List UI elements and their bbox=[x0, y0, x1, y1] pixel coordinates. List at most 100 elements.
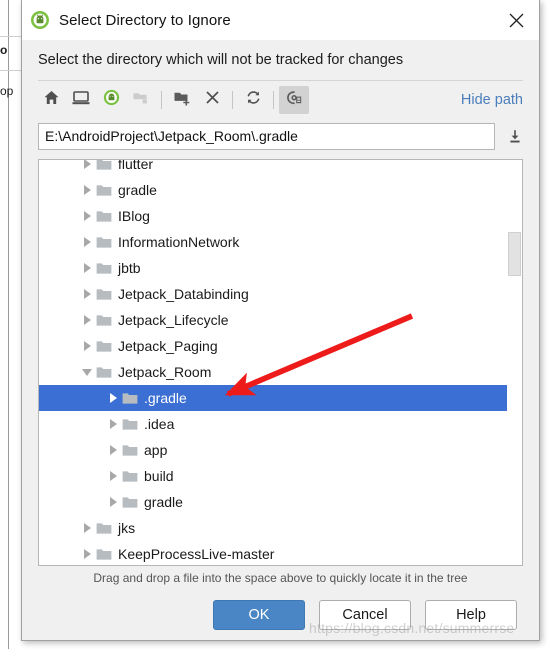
folder-icon bbox=[95, 229, 113, 255]
help-button[interactable]: Help bbox=[425, 600, 517, 630]
folder-icon bbox=[121, 489, 139, 515]
twisty-triangle bbox=[83, 185, 91, 195]
chevron-right-icon[interactable] bbox=[79, 281, 95, 307]
chevron-right-icon[interactable] bbox=[79, 255, 95, 281]
folder-icon bbox=[95, 515, 113, 541]
folder-icon bbox=[95, 203, 113, 229]
twisty-triangle bbox=[109, 471, 117, 481]
folder-icon bbox=[95, 359, 113, 385]
delete-button[interactable] bbox=[197, 86, 227, 114]
desktop-icon bbox=[72, 89, 90, 111]
backdrop-horizontal-rule-2 bbox=[0, 70, 21, 71]
tree-row-label: Jetpack_Databinding bbox=[118, 286, 249, 302]
tree-row-label: build bbox=[144, 468, 174, 484]
new-folder-button[interactable] bbox=[167, 86, 197, 114]
chevron-right-icon[interactable] bbox=[79, 307, 95, 333]
tree-row[interactable]: KeepProcessLive-master bbox=[39, 541, 507, 565]
new-folder-icon bbox=[173, 90, 191, 111]
twisty-triangle bbox=[109, 445, 117, 455]
tree-row[interactable]: .idea bbox=[39, 411, 507, 437]
tree-row-label: InformationNetwork bbox=[118, 234, 240, 250]
chevron-right-icon[interactable] bbox=[105, 489, 121, 515]
hide-path-link[interactable]: Hide path bbox=[461, 92, 529, 108]
tree-row-label: jks bbox=[118, 520, 136, 536]
show-hidden-files-button[interactable] bbox=[279, 86, 309, 114]
project-icon bbox=[103, 89, 120, 111]
tree-scrollbar-thumb[interactable] bbox=[508, 232, 521, 276]
drag-drop-hint-row: Drag and drop a file into the space abov… bbox=[22, 566, 539, 590]
chevron-right-icon[interactable] bbox=[105, 385, 121, 411]
tree-row[interactable]: Jetpack_Paging bbox=[39, 333, 507, 359]
tree-row[interactable]: Jetpack_Databinding bbox=[39, 281, 507, 307]
tree-row[interactable]: IBlog bbox=[39, 203, 507, 229]
chevron-right-icon[interactable] bbox=[79, 333, 95, 359]
tree-scrollbar-track[interactable] bbox=[507, 160, 522, 565]
tree-row[interactable]: jks bbox=[39, 515, 507, 541]
show-hidden-icon bbox=[285, 89, 303, 111]
tree-row-label: Jetpack_Room bbox=[118, 364, 212, 380]
chevron-right-icon[interactable] bbox=[79, 160, 95, 177]
folder-icon bbox=[95, 307, 113, 333]
close-icon[interactable] bbox=[493, 0, 539, 40]
folder-icon bbox=[95, 255, 113, 281]
ok-button[interactable]: OK bbox=[213, 600, 305, 630]
folder-icon bbox=[95, 281, 113, 307]
tree-row[interactable]: Jetpack_Room bbox=[39, 359, 507, 385]
path-input[interactable] bbox=[38, 122, 495, 150]
folder-icon bbox=[95, 333, 113, 359]
parent-directory-button bbox=[126, 86, 156, 114]
home-button[interactable] bbox=[36, 86, 66, 114]
tree-row-label: Jetpack_Paging bbox=[118, 338, 218, 354]
android-studio-icon bbox=[30, 10, 50, 30]
tree-row-label: gradle bbox=[144, 494, 183, 510]
refresh-button[interactable] bbox=[238, 86, 268, 114]
tree-row[interactable]: gradle bbox=[39, 489, 507, 515]
dialog-button-row: OK Cancel Help bbox=[22, 590, 539, 640]
select-directory-dialog: Select Directory to Ignore Select the di… bbox=[21, 0, 540, 641]
folder-icon bbox=[95, 177, 113, 203]
tree-row[interactable]: build bbox=[39, 463, 507, 489]
chevron-right-icon[interactable] bbox=[79, 515, 95, 541]
twisty-triangle bbox=[83, 237, 91, 247]
project-directory-button[interactable] bbox=[96, 86, 126, 114]
dialog-subtitle: Select the directory which will not be t… bbox=[38, 52, 404, 68]
tree-row-label: jbtb bbox=[118, 260, 141, 276]
chevron-down-icon[interactable] bbox=[79, 359, 95, 385]
tree-row[interactable]: app bbox=[39, 437, 507, 463]
directory-tree[interactable]: flutter gradle IBlog InformationNetwork jbtb… bbox=[38, 159, 523, 566]
cancel-button[interactable]: Cancel bbox=[319, 600, 411, 630]
twisty-triangle bbox=[83, 549, 91, 559]
tree-row[interactable]: Jetpack_Lifecycle bbox=[39, 307, 507, 333]
tree-row[interactable]: jbtb bbox=[39, 255, 507, 281]
locate-file-icon[interactable] bbox=[501, 122, 529, 150]
tree-row-label: flutter bbox=[118, 159, 154, 172]
tree-row[interactable]: flutter bbox=[39, 159, 507, 177]
path-row bbox=[22, 119, 539, 153]
tree-row[interactable]: InformationNetwork bbox=[39, 229, 507, 255]
folder-icon bbox=[121, 437, 139, 463]
refresh-icon bbox=[245, 89, 262, 111]
toolbar-divider-2 bbox=[232, 91, 233, 109]
chevron-right-icon[interactable] bbox=[79, 203, 95, 229]
dialog-title: Select Directory to Ignore bbox=[59, 11, 231, 29]
tree-row[interactable]: .gradle bbox=[39, 385, 507, 411]
twisty-triangle bbox=[83, 341, 91, 351]
chevron-right-icon[interactable] bbox=[105, 437, 121, 463]
folder-icon bbox=[121, 463, 139, 489]
chevron-right-icon[interactable] bbox=[105, 463, 121, 489]
twisty-triangle bbox=[109, 393, 117, 403]
desktop-button[interactable] bbox=[66, 86, 96, 114]
chevron-right-icon[interactable] bbox=[105, 411, 121, 437]
chevron-right-icon[interactable] bbox=[79, 177, 95, 203]
backdrop-text-fragment-1: o bbox=[0, 43, 8, 57]
toolbar-divider-1 bbox=[161, 91, 162, 109]
twisty-triangle bbox=[83, 263, 91, 273]
twisty-triangle bbox=[109, 497, 117, 507]
chevron-right-icon[interactable] bbox=[79, 541, 95, 565]
twisty-triangle bbox=[83, 211, 91, 221]
tree-row-label: KeepProcessLive-master bbox=[118, 546, 275, 562]
tree-row-label: .gradle bbox=[144, 390, 187, 406]
dialog-title-bar: Select Directory to Ignore bbox=[22, 0, 539, 40]
chevron-right-icon[interactable] bbox=[79, 229, 95, 255]
tree-row[interactable]: gradle bbox=[39, 177, 507, 203]
